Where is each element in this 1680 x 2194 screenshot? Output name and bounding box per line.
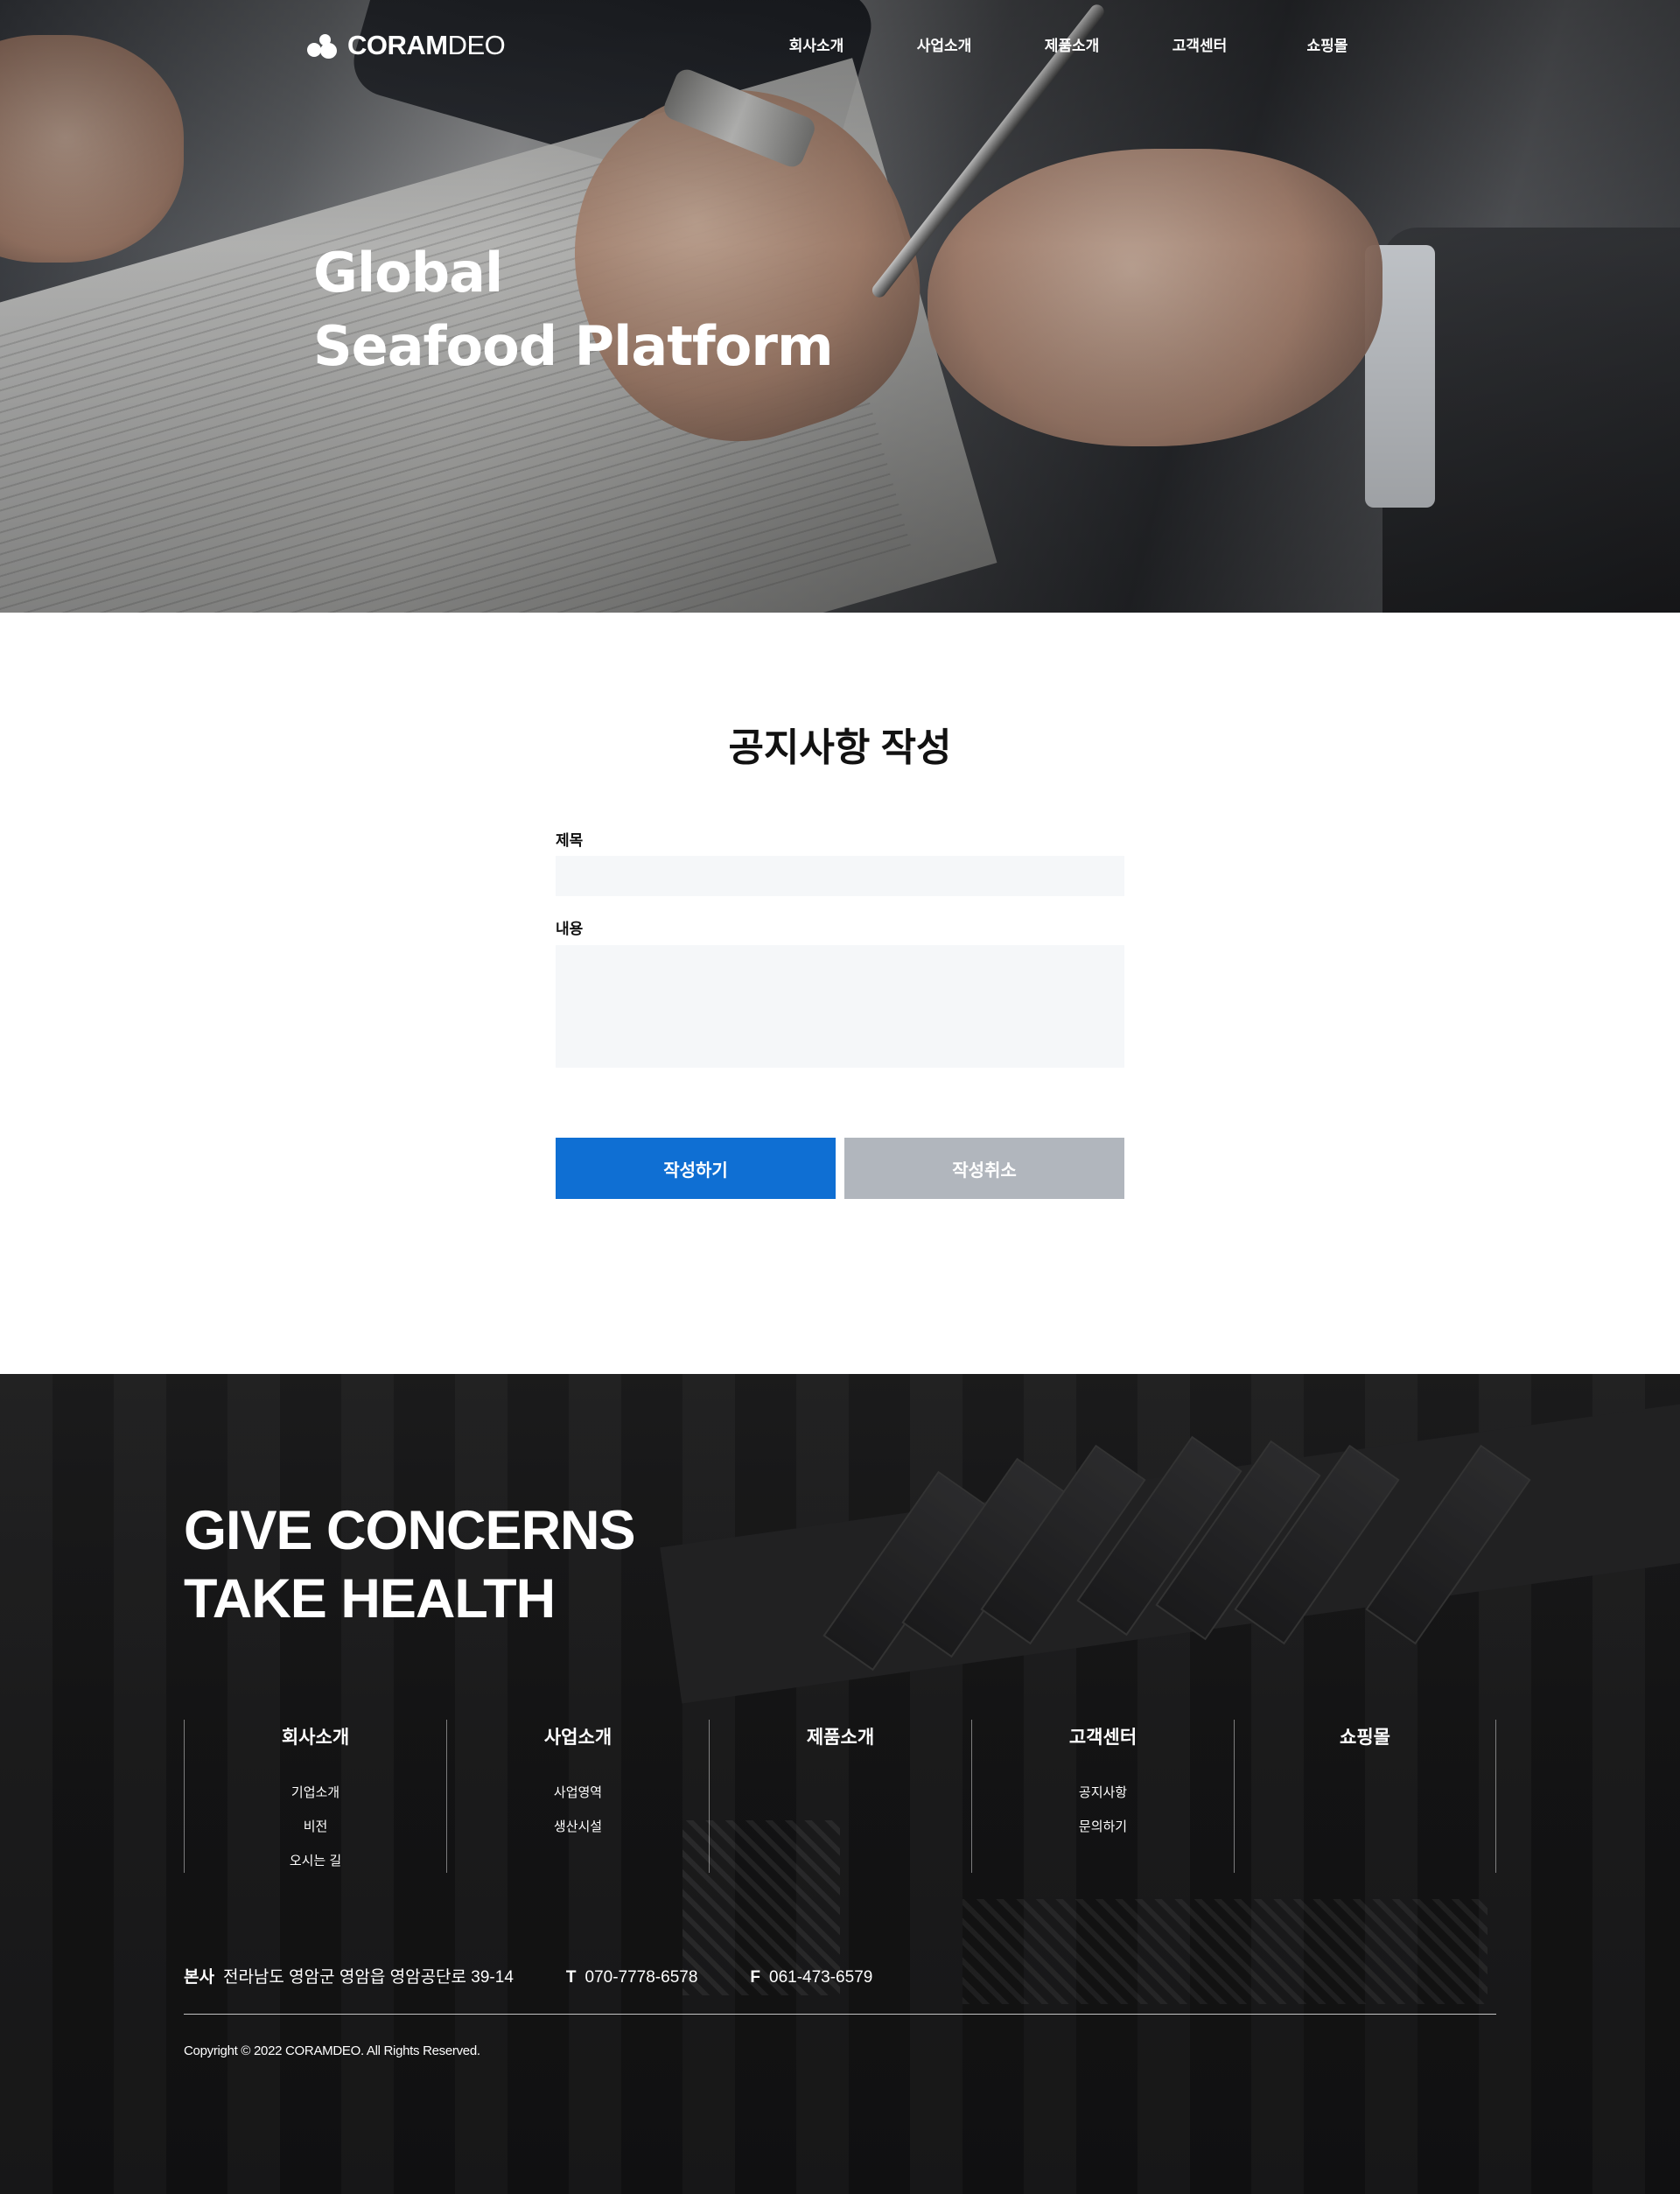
copyright: Copyright © 2022 CORAMDEO. All Rights Re… [184, 2043, 480, 2058]
hero-title: Global Seafood Platform [313, 236, 834, 383]
footer-link[interactable]: 기업소개 [185, 1776, 446, 1810]
footer-col-support: 고객센터 공지사항 문의하기 [971, 1720, 1234, 1873]
content-textarea[interactable] [556, 945, 1124, 1068]
logo-text: CORAMDEO [347, 30, 506, 60]
tel-number: 070-7778-6578 [584, 1968, 698, 1987]
hero-overlay [0, 0, 1680, 613]
footer-link[interactable]: 비전 [185, 1810, 446, 1844]
page-title: 공지사항 작성 [728, 726, 952, 769]
footer-link[interactable]: 문의하기 [972, 1810, 1234, 1844]
footer-sitemap: 회사소개 기업소개 비전 오시는 길 사업소개 사업영역 생산시설 제품소개 고… [184, 1720, 1496, 1873]
footer: GIVE CONCERNS TAKE HEALTH 회사소개 기업소개 비전 오… [0, 1374, 1680, 2194]
footer-link[interactable]: 공지사항 [972, 1776, 1234, 1810]
main-menu: 회사소개 사업소개 제품소개 고객센터 쇼핑몰 [752, 33, 1391, 55]
submit-button[interactable]: 작성하기 [556, 1138, 836, 1199]
footer-link[interactable]: 생산시설 [447, 1810, 709, 1844]
hero-title-line1: Global [313, 241, 503, 305]
slogan-line2: TAKE HEALTH [184, 1568, 556, 1630]
footer-link[interactable]: 오시는 길 [185, 1844, 446, 1878]
nav-products[interactable]: 제품소개 [1008, 33, 1136, 55]
hero-banner: CORAMDEO 회사소개 사업소개 제품소개 고객센터 쇼핑몰 Global … [0, 0, 1680, 613]
footer-col-shop: 쇼핑몰 [1234, 1720, 1496, 1873]
cancel-button[interactable]: 작성취소 [844, 1138, 1124, 1199]
notice-write-section: 공지사항 작성 제목 내용 작성하기 작성취소 [0, 613, 1680, 1374]
logo[interactable]: CORAMDEO [307, 30, 506, 61]
footer-col-title[interactable]: 제품소개 [710, 1723, 971, 1749]
footer-col-title[interactable]: 쇼핑몰 [1235, 1723, 1495, 1749]
top-navigation: CORAMDEO 회사소개 사업소개 제품소개 고객센터 쇼핑몰 [0, 0, 1680, 88]
company-contact: 본사 전라남도 영암군 영암읍 영암공단로 39-14 T 070-7778-6… [184, 1964, 925, 1987]
hero-title-line2: Seafood Platform [313, 314, 834, 378]
fax-label: F [750, 1968, 760, 1987]
title-input[interactable] [556, 856, 1124, 896]
logo-mark-icon [307, 32, 339, 59]
footer-col-products: 제품소개 [709, 1720, 971, 1873]
nav-support[interactable]: 고객센터 [1136, 33, 1264, 55]
slogan-line1: GIVE CONCERNS [184, 1500, 636, 1561]
footer-col-title[interactable]: 사업소개 [447, 1723, 709, 1749]
nav-company[interactable]: 회사소개 [752, 33, 880, 55]
nav-business[interactable]: 사업소개 [880, 33, 1008, 55]
footer-divider [184, 2014, 1496, 2015]
tel-label: T [565, 1968, 577, 1987]
address-label: 본사 [184, 1968, 214, 1987]
footer-col-title[interactable]: 고객센터 [972, 1723, 1234, 1749]
footer-col-title[interactable]: 회사소개 [185, 1723, 446, 1749]
address-group: 본사 전라남도 영암군 영암읍 영암공단로 39-14 [184, 1964, 514, 1987]
tel-group: T 070-7778-6578 [566, 1968, 698, 1987]
footer-col-company: 회사소개 기업소개 비전 오시는 길 [184, 1720, 446, 1873]
nav-shop[interactable]: 쇼핑몰 [1264, 33, 1391, 55]
fax-group: F 061-473-6579 [750, 1968, 872, 1987]
fax-number: 061-473-6579 [769, 1968, 873, 1987]
footer-slogan: GIVE CONCERNS TAKE HEALTH [184, 1497, 636, 1633]
content-label: 내용 [556, 921, 584, 937]
title-label: 제목 [556, 832, 584, 849]
address-text: 전라남도 영암군 영암읍 영암공단로 39-14 [222, 1968, 514, 1987]
footer-link[interactable]: 사업영역 [447, 1776, 709, 1810]
footer-col-business: 사업소개 사업영역 생산시설 [446, 1720, 709, 1873]
